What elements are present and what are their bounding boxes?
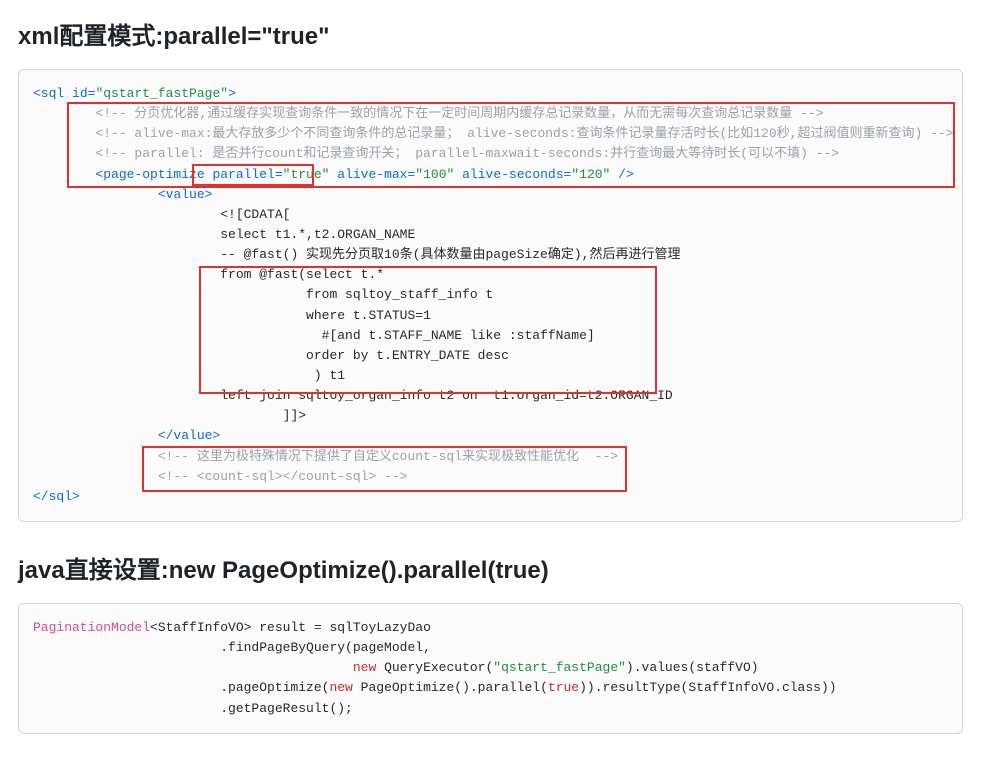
java-l3a [33, 660, 353, 675]
java-l4b: new [329, 680, 352, 695]
java-l5a: .getPageResult(); [33, 701, 353, 716]
xml-l01d: > [228, 86, 236, 101]
xml-code: <sql id="qstart_fastPage"> <!-- 分页优化器,通过… [33, 84, 948, 507]
xml-l01c: "qstart_fastPage" [95, 86, 228, 101]
xml-l13: #[and t.STAFF_NAME like :staffName] [33, 328, 595, 343]
xml-l04: <!-- parallel: 是否并行count和记录查询开关； paralle… [33, 146, 839, 161]
java-l4d: true [548, 680, 579, 695]
xml-l10: from @fast(select t.* [33, 267, 384, 282]
xml-l01b: id= [64, 86, 95, 101]
java-l3d: "qstart_fastPage" [493, 660, 626, 675]
java-l1a: PaginationModel [33, 620, 150, 635]
xml-l21: </sql> [33, 489, 80, 504]
xml-l05b: parallel= [205, 167, 283, 182]
xml-l12: where t.STATUS=1 [33, 308, 431, 323]
xml-l06: <value> [33, 187, 212, 202]
java-l4c: PageOptimize().parallel( [353, 680, 548, 695]
xml-l05g: "120" [571, 167, 610, 182]
xml-l05e: "100" [415, 167, 454, 182]
xml-l19: <!-- 这里为极特殊情况下提供了自定义count-sql来实现极致性能优化 -… [33, 449, 618, 464]
xml-l20: <!-- <count-sql></count-sql> --> [33, 469, 407, 484]
xml-l14: order by t.ENTRY_DATE desc [33, 348, 509, 363]
java-l3c: QueryExecutor( [376, 660, 493, 675]
java-l4a: .pageOptimize( [33, 680, 329, 695]
java-l3b: new [353, 660, 376, 675]
xml-l05a: <page-optimize [33, 167, 205, 182]
xml-code-block: <sql id="qstart_fastPage"> <!-- 分页优化器,通过… [18, 69, 963, 522]
xml-l05h: /> [610, 167, 633, 182]
xml-l15: ) t1 [33, 368, 345, 383]
java-code: PaginationModel<StaffInfoVO> result = sq… [33, 618, 948, 719]
java-code-block: PaginationModel<StaffInfoVO> result = sq… [18, 603, 963, 734]
java-l4e: )).resultType(StaffInfoVO.class)) [579, 680, 836, 695]
java-l2a: .findPageByQuery(pageModel, [33, 640, 431, 655]
xml-l09: -- @fast() 实现先分页取10条(具体数量由pageSize确定),然后… [33, 247, 680, 262]
xml-l11: from sqltoy_staff_info t [33, 287, 493, 302]
heading-java: java直接设置:new PageOptimize().parallel(tru… [18, 550, 963, 585]
xml-l18: </value> [33, 428, 220, 443]
java-l1b: <StaffInfoVO> result = sqlToyLazyDao [150, 620, 431, 635]
xml-l01a: <sql [33, 86, 64, 101]
heading-xml: xml配置模式:parallel="true" [18, 16, 963, 51]
java-l3e: ).values(staffVO) [626, 660, 759, 675]
xml-l05c: "true" [283, 167, 330, 182]
xml-l08: select t1.*,t2.ORGAN_NAME [33, 227, 415, 242]
xml-l03: <!-- alive-max:最大存放多少个不同查询条件的总记录量； alive… [33, 126, 953, 141]
xml-l02: <!-- 分页优化器,通过缓存实现查询条件一致的情况下在一定时间周期内缓存总记录… [33, 106, 823, 121]
xml-l05d: alive-max= [329, 167, 415, 182]
xml-l17: ]]> [33, 408, 306, 423]
xml-l07: <![CDATA[ [33, 207, 290, 222]
xml-l16: left join sqltoy_organ_info t2 on t1.org… [33, 388, 673, 403]
xml-l05f: alive-seconds= [454, 167, 571, 182]
